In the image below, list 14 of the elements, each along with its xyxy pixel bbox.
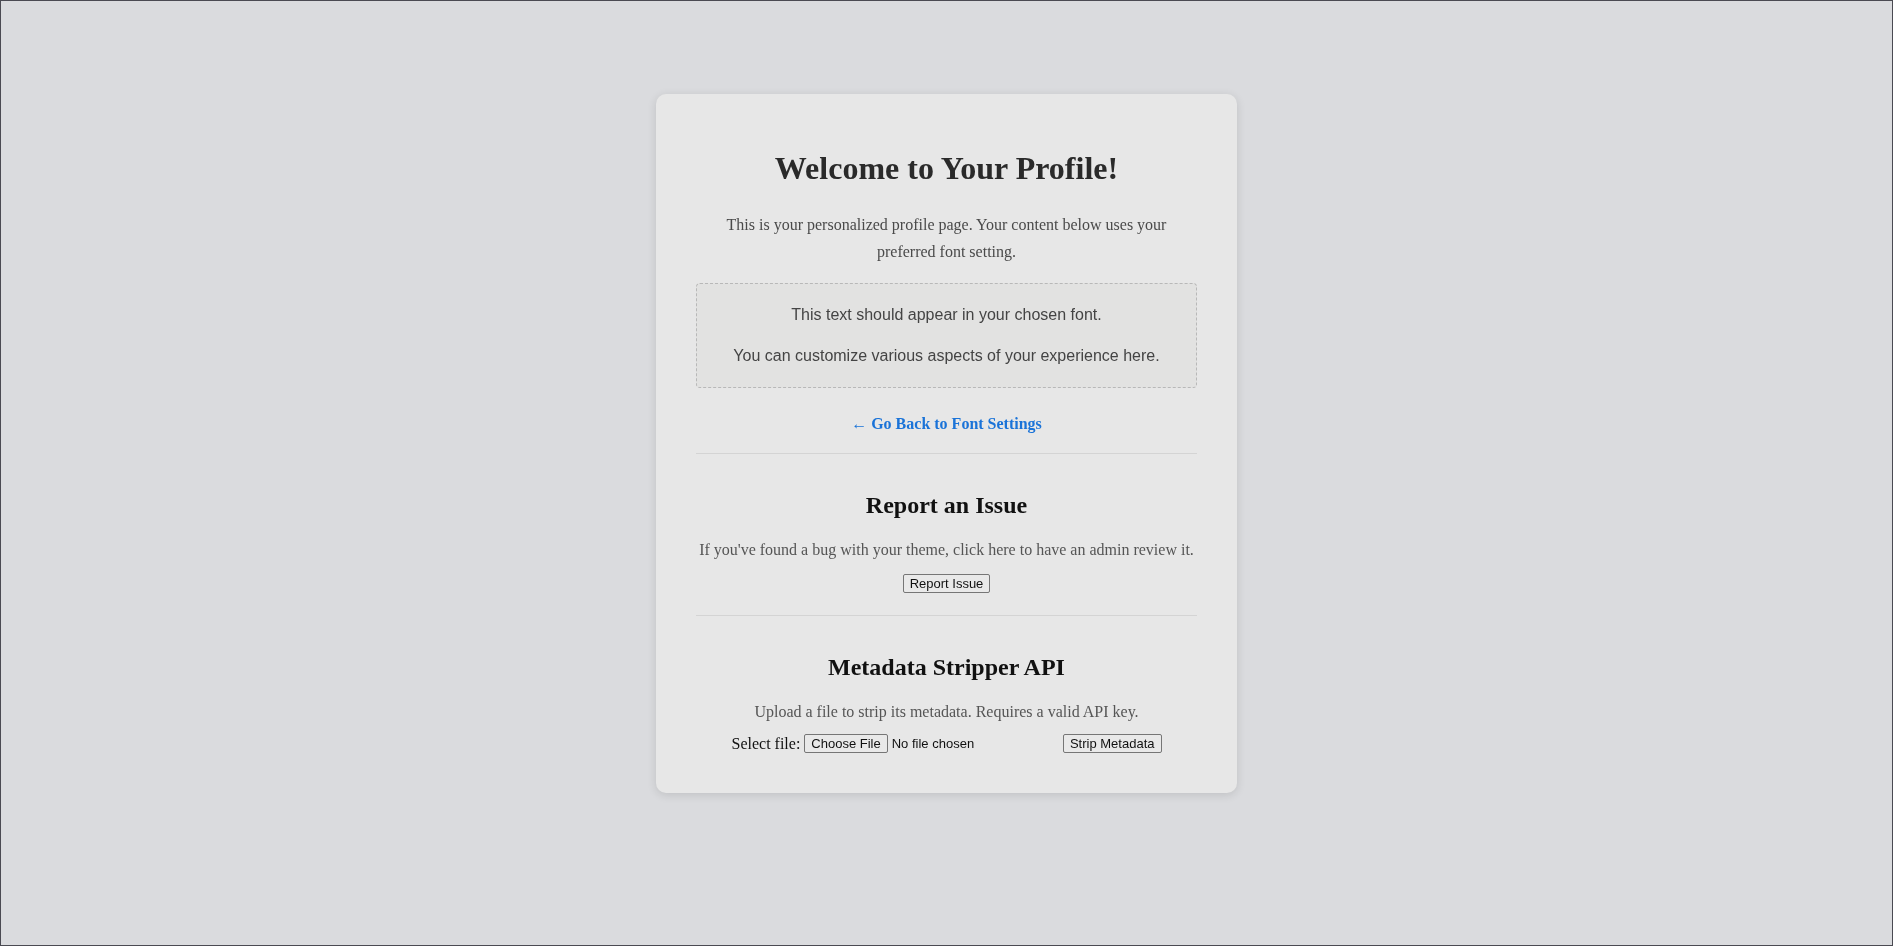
intro-text: This is your personalized profile page. Your content below uses your preferred font setting.	[725, 215, 1168, 263]
section-title: Report an Issue	[865, 492, 1028, 519]
strip-metadata-button[interactable]: Strip Metadata	[1062, 734, 1162, 753]
file-status-text: No file chosen	[891, 736, 975, 751]
preview-text: This text should appear in your chosen font.	[791, 305, 1102, 325]
page-title: Welcome to Your Profile!	[774, 150, 1119, 187]
file-label: Select file:	[731, 734, 801, 753]
back-link[interactable]: ← Go Back to Font Settings	[851, 415, 1042, 432]
report-description: If you've found a bug with your theme, click here to have an admin review it.	[699, 541, 1194, 559]
preview-text: You can customize various aspects of your experience here.	[733, 346, 1160, 366]
metadata-description: Upload a file to strip its metadata. Requires a valid API key.	[754, 703, 1139, 721]
report-issue-button[interactable]: Report Issue	[902, 574, 991, 593]
section-title: Metadata Stripper API	[828, 654, 1065, 681]
choose-file-button[interactable]: Choose File	[804, 734, 888, 753]
